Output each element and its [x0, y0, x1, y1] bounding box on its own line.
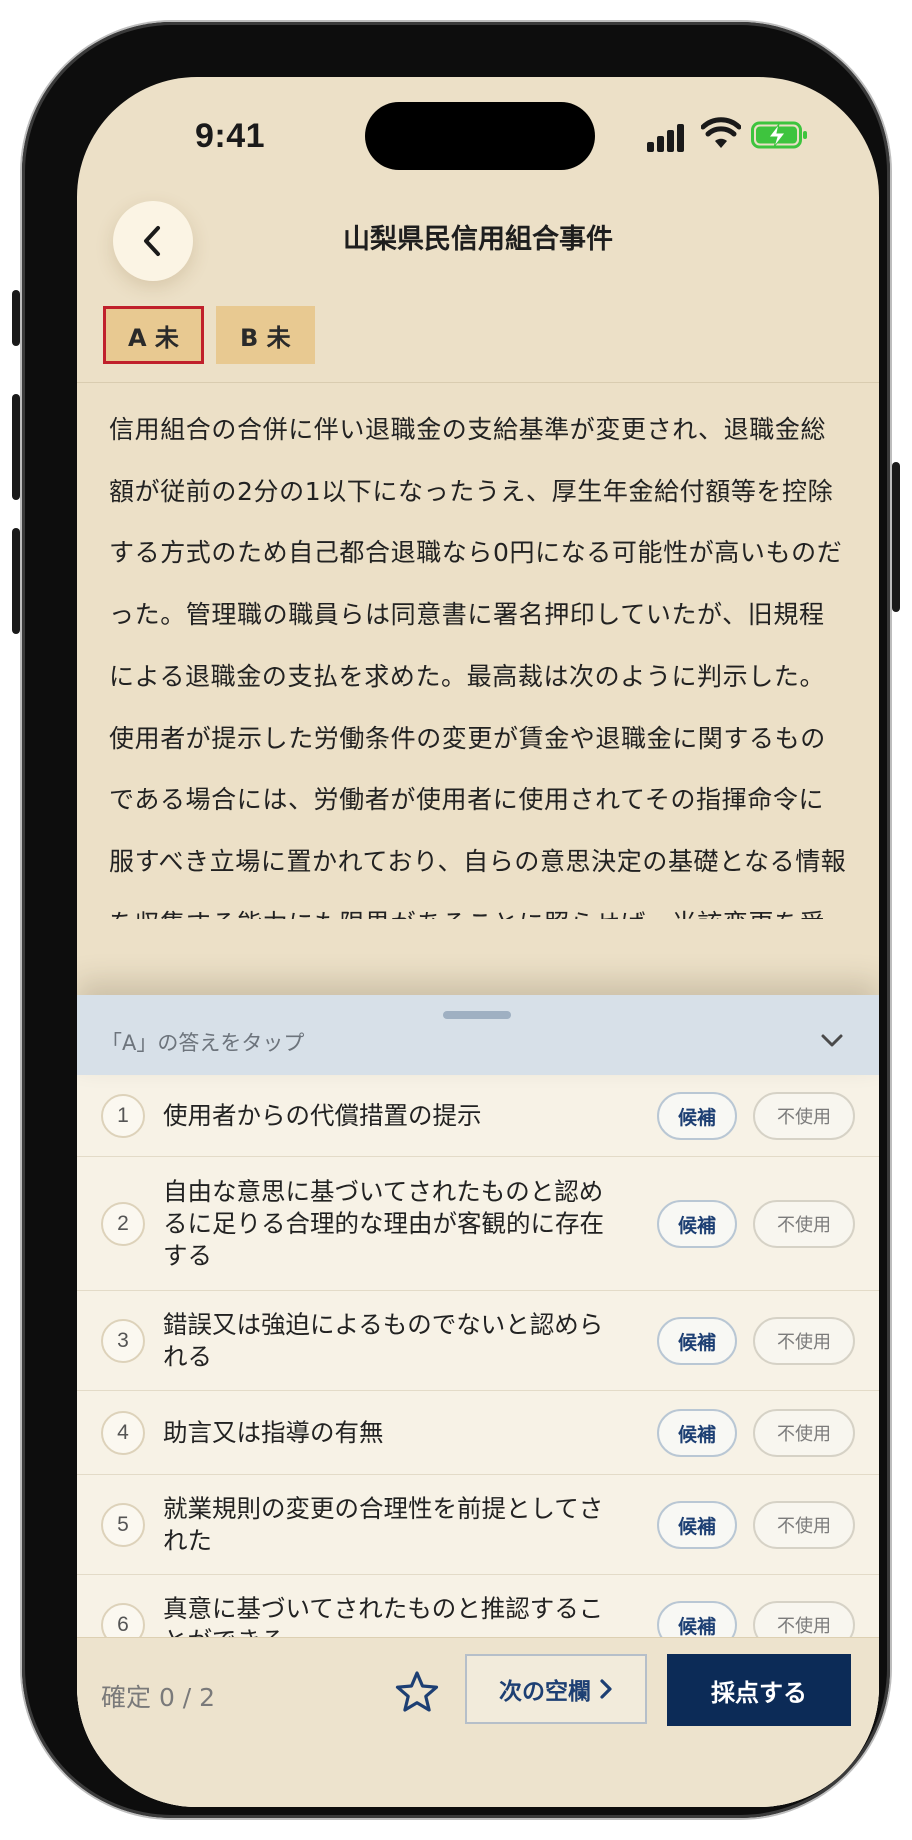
choice-row-2[interactable]: 2 自由な意思に基づいてされたものと認めるに足りる合理的な理由が客観的に存在する…	[77, 1157, 879, 1291]
unused-button[interactable]: 不使用	[753, 1409, 855, 1457]
choice-number: 1	[101, 1094, 145, 1138]
choice-text: 自由な意思に基づいてされたものと認めるに足りる合理的な理由が客観的に存在する	[163, 1177, 604, 1270]
choice-row-4[interactable]: 4 助言又は指導の有無 候補 不使用	[77, 1391, 879, 1475]
unused-button[interactable]: 不使用	[753, 1501, 855, 1549]
choice-row-3[interactable]: 3 錯誤又は強迫によるものでないと認められる 候補 不使用	[77, 1291, 879, 1391]
choice-number: 2	[101, 1202, 145, 1246]
phone-frame: 9:41 山梨県民信用組合事件 A 未 B 未 信用組合の合併に伴い退職金の支給…	[12, 22, 900, 1818]
choice-number: 5	[101, 1503, 145, 1547]
candidate-button[interactable]: 候補	[657, 1501, 737, 1549]
choice-text: 助言又は指導の有無	[163, 1418, 384, 1447]
sheet-grabber-handle[interactable]	[443, 1011, 511, 1019]
answer-prompt: 「A」の答えをタップ	[101, 1031, 305, 1055]
blank-tabs: A 未 B 未	[103, 306, 315, 368]
volume-down-button	[12, 528, 20, 634]
unused-button[interactable]: 不使用	[753, 1092, 855, 1140]
choice-row-5[interactable]: 5 就業規則の変更の合理性を前提としてされた 候補 不使用	[77, 1475, 879, 1575]
confirmed-counter: 確定 0 / 2	[101, 1683, 216, 1712]
choice-number: 6	[101, 1603, 145, 1639]
candidate-button[interactable]: 候補	[657, 1601, 737, 1639]
action-button	[12, 290, 20, 346]
wifi-icon	[701, 117, 741, 148]
star-icon[interactable]	[395, 1670, 439, 1714]
next-blank-button[interactable]: 次の空欄	[465, 1654, 647, 1724]
back-button[interactable]	[113, 201, 193, 281]
candidate-button[interactable]: 候補	[657, 1409, 737, 1457]
answer-sheet-header[interactable]: 「A」の答えをタップ	[77, 995, 879, 1075]
next-blank-label: 次の空欄	[499, 1679, 591, 1705]
unused-button[interactable]: 不使用	[753, 1317, 855, 1365]
chevron-down-icon[interactable]	[817, 1025, 847, 1055]
choice-text: 就業規則の変更の合理性を前提としてされた	[163, 1494, 604, 1555]
choice-list: 1 使用者からの代償措置の提示 候補 不使用 2 自由な意思に基づいてされたもの…	[77, 1075, 879, 1639]
candidate-button[interactable]: 候補	[657, 1317, 737, 1365]
chevron-left-icon	[144, 226, 160, 256]
choice-text: 真意に基づいてされたものと推認することができる	[163, 1594, 604, 1639]
screen: 9:41 山梨県民信用組合事件 A 未 B 未 信用組合の合併に伴い退職金の支給…	[77, 77, 879, 1807]
cellular-signal-icon	[647, 122, 687, 152]
candidate-button[interactable]: 候補	[657, 1092, 737, 1140]
dynamic-island	[365, 102, 595, 170]
unused-button[interactable]: 不使用	[753, 1601, 855, 1639]
choice-row-1[interactable]: 1 使用者からの代償措置の提示 候補 不使用	[77, 1075, 879, 1157]
unused-button[interactable]: 不使用	[753, 1200, 855, 1248]
status-time: 9:41	[195, 117, 266, 155]
case-passage: 信用組合の合併に伴い退職金の支給基準が変更され、退職金総額が従前の2分の1以下に…	[109, 415, 847, 919]
battery-charging-icon	[751, 121, 807, 149]
volume-up-button	[12, 394, 20, 500]
choice-row-6[interactable]: 6 真意に基づいてされたものと推認することができる 候補 不使用	[77, 1575, 879, 1639]
divider	[77, 382, 879, 383]
status-bar: 9:41	[77, 77, 879, 197]
page-title: 山梨県民信用組合事件	[343, 224, 613, 255]
choice-text: 使用者からの代償措置の提示	[163, 1101, 482, 1130]
choice-number: 4	[101, 1411, 145, 1455]
choice-number: 3	[101, 1319, 145, 1363]
tab-blank-b[interactable]: B 未	[215, 306, 315, 364]
choice-text: 錯誤又は強迫によるものでないと認められる	[163, 1310, 604, 1371]
nav-bar: 山梨県民信用組合事件	[77, 187, 879, 297]
candidate-button[interactable]: 候補	[657, 1200, 737, 1248]
bottom-action-bar: 確定 0 / 2 次の空欄 採点する	[77, 1637, 879, 1807]
grade-button[interactable]: 採点する	[667, 1654, 851, 1726]
chevron-right-icon	[600, 1679, 612, 1699]
tab-blank-a[interactable]: A 未	[103, 306, 204, 364]
power-button	[892, 462, 900, 612]
